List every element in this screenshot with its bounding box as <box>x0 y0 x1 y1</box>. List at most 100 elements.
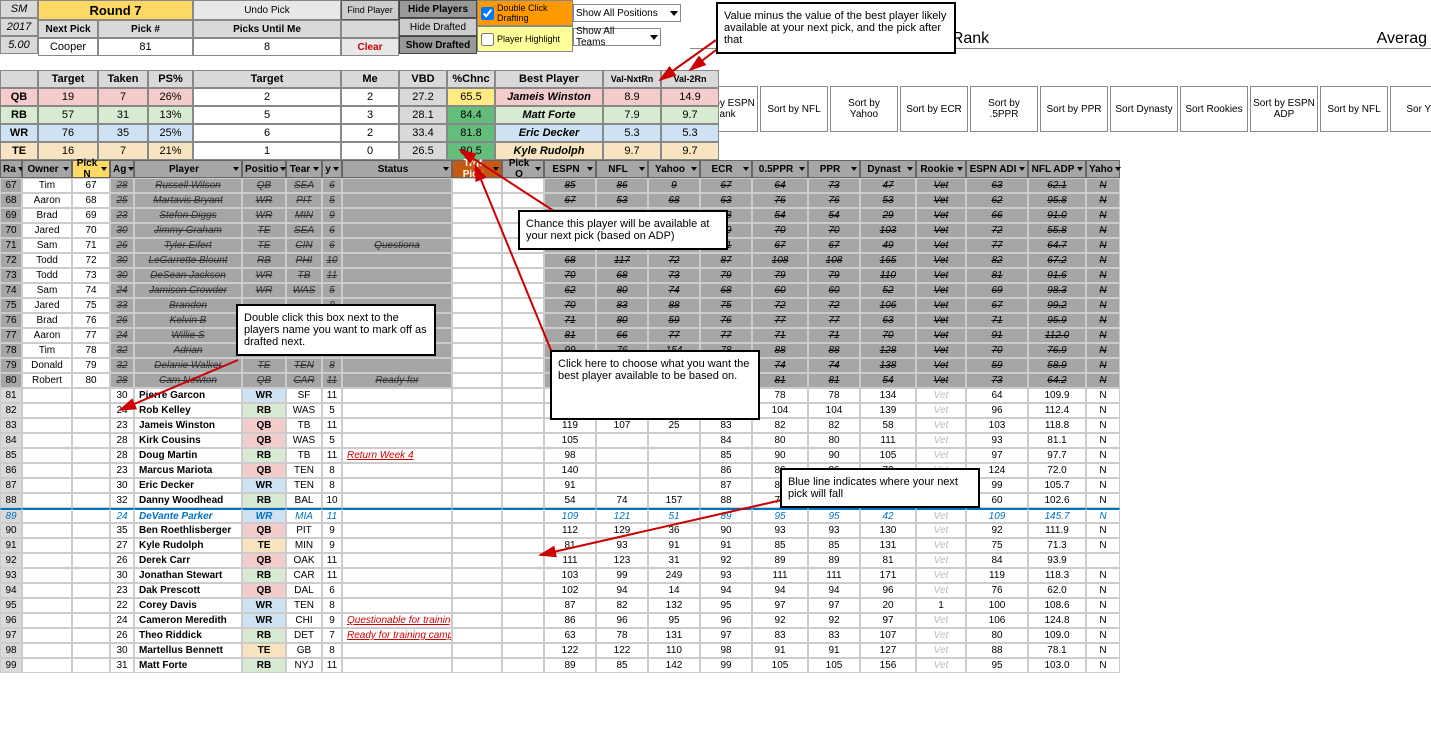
table-cell[interactable]: 75 <box>72 298 110 313</box>
show-teams-select[interactable]: Show All Teams <box>573 28 661 46</box>
filter-arrow-icon[interactable] <box>639 167 645 171</box>
filter-arrow-icon[interactable] <box>907 167 913 171</box>
col-header-owner[interactable]: Owner <box>22 160 72 178</box>
table-cell[interactable] <box>72 508 110 523</box>
clear-button[interactable]: Clear <box>341 38 399 56</box>
table-cell[interactable]: 70 <box>72 223 110 238</box>
col-header-nfl[interactable]: NFL <box>596 160 648 178</box>
col-header-0.5ppr[interactable]: 0.5PPR <box>752 160 808 178</box>
find-player-button[interactable]: Find Player <box>341 0 399 20</box>
sort-button-4[interactable]: Sort by .5PPR <box>970 86 1038 132</box>
filter-arrow-icon[interactable] <box>535 167 541 171</box>
table-cell[interactable] <box>72 493 110 508</box>
col-header-yaho[interactable]: Yaho <box>1086 160 1120 178</box>
table-row[interactable]: 76Brad7626Kelvin B1171805976777763Vet719… <box>0 313 1120 328</box>
sort-button-5[interactable]: Sort by PPR <box>1040 86 1108 132</box>
sort-button-10[interactable]: Sor Yah <box>1390 86 1431 132</box>
table-cell[interactable]: 72 <box>72 253 110 268</box>
table-cell[interactable] <box>72 568 110 583</box>
col-header-positio[interactable]: Positio <box>242 160 286 178</box>
col-header-ra[interactable]: Ra <box>0 160 22 178</box>
col-header-y[interactable]: y <box>322 160 342 178</box>
filter-arrow-icon[interactable] <box>443 167 449 171</box>
col-header-rookie[interactable]: Rookie <box>916 160 966 178</box>
table-cell[interactable]: 73 <box>72 268 110 283</box>
table-row[interactable]: 9127Kyle RudolphTEMIN9819391918585131Vet… <box>0 538 1120 553</box>
table-cell[interactable]: 80 <box>72 373 110 388</box>
filter-arrow-icon[interactable] <box>1019 167 1025 171</box>
show-positions-select[interactable]: Show All Positions <box>573 4 681 22</box>
col-header-nfl adp[interactable]: NFL ADP <box>1028 160 1086 178</box>
table-row[interactable]: 9330Jonathan StewartRBCAR111039924993111… <box>0 568 1120 583</box>
filter-arrow-icon[interactable] <box>101 167 107 171</box>
filter-arrow-icon[interactable] <box>1115 167 1121 171</box>
table-cell[interactable] <box>72 643 110 658</box>
dbl-click-toggle[interactable]: Double Click Drafting <box>477 0 573 26</box>
table-row[interactable]: 77Aaron7724Willie S581667777717170Vet911… <box>0 328 1120 343</box>
table-cell[interactable]: 79 <box>72 358 110 373</box>
table-row[interactable]: 68Aaron6825Martavis BryantWRPIT567536863… <box>0 193 1120 208</box>
col-header-ag[interactable]: Ag <box>110 160 134 178</box>
col-header-pick n[interactable]: Pick N <box>72 160 110 178</box>
table-cell[interactable]: 77 <box>72 328 110 343</box>
filter-arrow-icon[interactable] <box>851 167 857 171</box>
table-row[interactable]: 9830Martellus BennettTEGB812212211098919… <box>0 643 1120 658</box>
table-row[interactable]: 9931Matt ForteRBNYJ11898514299105105156V… <box>0 658 1120 673</box>
filter-arrow-icon[interactable] <box>493 167 499 171</box>
col-header-yahoo[interactable]: Yahoo <box>648 160 700 178</box>
table-row[interactable]: 73Todd7330DeSean JacksonWRTB117068737979… <box>0 268 1120 283</box>
table-cell[interactable] <box>72 463 110 478</box>
filter-arrow-icon[interactable] <box>691 167 697 171</box>
table-cell[interactable] <box>72 538 110 553</box>
highlight-toggle[interactable]: Player Highlight <box>477 26 573 52</box>
table-cell[interactable] <box>72 583 110 598</box>
col-header-player[interactable]: Player <box>134 160 242 178</box>
hide-players-button[interactable]: Hide Players <box>399 0 477 18</box>
table-cell[interactable]: 69 <box>72 208 110 223</box>
table-row[interactable]: 9726Theo RiddickRBDET7Ready for training… <box>0 628 1120 643</box>
table-row[interactable]: 9624Cameron MeredithWRCHI9Questionable f… <box>0 613 1120 628</box>
sort-button-3[interactable]: Sort by ECR <box>900 86 968 132</box>
table-row[interactable]: 8924DeVante ParkerWRMIA11109121518995954… <box>0 508 1120 523</box>
filter-arrow-icon[interactable] <box>799 167 805 171</box>
table-cell[interactable]: 74 <box>72 283 110 298</box>
table-cell[interactable] <box>72 418 110 433</box>
table-row[interactable]: 72Todd7230LeGarrette BlountRBPHI10681177… <box>0 253 1120 268</box>
sort-button-6[interactable]: Sort Dynasty <box>1110 86 1178 132</box>
table-cell[interactable] <box>72 628 110 643</box>
table-row[interactable]: 74Sam7424Jamison CrowderWRWAS56280746860… <box>0 283 1120 298</box>
table-row[interactable]: 67Tim6728Russell WilsonQBSEA685869676473… <box>0 178 1120 193</box>
table-row[interactable]: 8528Doug MartinRBTB11Return Week 4988590… <box>0 448 1120 463</box>
table-cell[interactable] <box>72 523 110 538</box>
hide-drafted-button[interactable]: Hide Drafted <box>399 18 477 36</box>
col-header-dynast[interactable]: Dynast <box>860 160 916 178</box>
sort-button-9[interactable]: Sort by NFL <box>1320 86 1388 132</box>
table-cell[interactable]: 78 <box>72 343 110 358</box>
table-cell[interactable] <box>72 388 110 403</box>
col-header-status[interactable]: Status <box>342 160 452 178</box>
col-header-tear[interactable]: Tear <box>286 160 322 178</box>
filter-arrow-icon[interactable] <box>1077 167 1083 171</box>
table-row[interactable]: 9522Corey DavisWRTEN88782132959797201100… <box>0 598 1120 613</box>
filter-arrow-icon[interactable] <box>587 167 593 171</box>
col-header-ppr[interactable]: PPR <box>808 160 860 178</box>
filter-arrow-icon[interactable] <box>333 167 339 171</box>
sort-button-8[interactable]: Sort by ESPN ADP <box>1250 86 1318 132</box>
highlight-checkbox[interactable] <box>481 33 494 46</box>
sort-button-7[interactable]: Sort Rookies <box>1180 86 1248 132</box>
col-header-trgt pick[interactable]: Trgt Pick <box>452 160 502 178</box>
show-drafted-button[interactable]: Show Drafted <box>399 36 477 54</box>
sort-button-2[interactable]: Sort by Yahoo <box>830 86 898 132</box>
table-row[interactable]: 9226Derek CarrQBOAK111111233192898981Vet… <box>0 553 1120 568</box>
col-header-pick o[interactable]: Pick O <box>502 160 544 178</box>
filter-arrow-icon[interactable] <box>63 167 69 171</box>
table-cell[interactable]: 76 <box>72 313 110 328</box>
table-cell[interactable]: 67 <box>72 178 110 193</box>
col-header-ecr[interactable]: ECR <box>700 160 752 178</box>
table-cell[interactable] <box>72 553 110 568</box>
table-cell[interactable] <box>72 448 110 463</box>
filter-arrow-icon[interactable] <box>313 167 319 171</box>
filter-arrow-icon[interactable] <box>957 167 963 171</box>
filter-arrow-icon[interactable] <box>743 167 749 171</box>
dbl-click-checkbox[interactable] <box>481 7 494 20</box>
